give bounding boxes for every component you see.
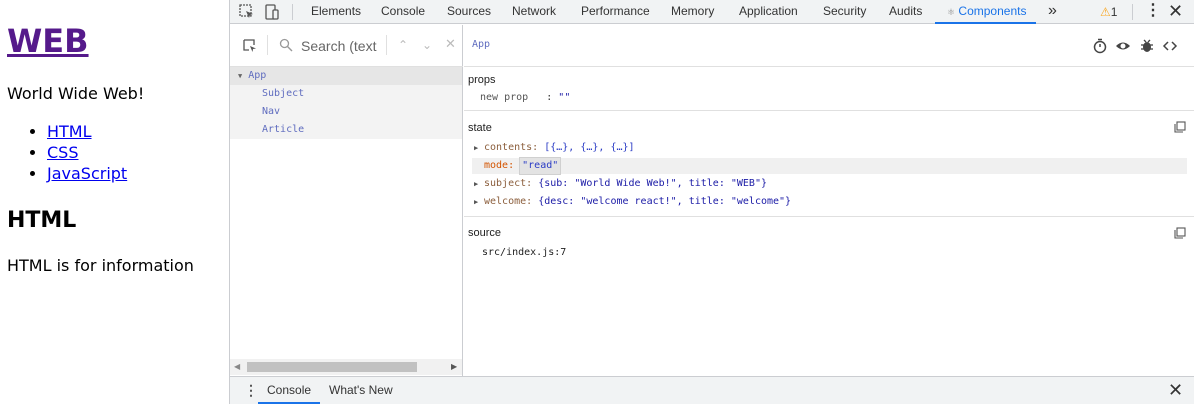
source-file-link[interactable]: src/index.js:7 bbox=[482, 245, 566, 261]
toolbar-divider bbox=[1132, 4, 1133, 20]
state-value-editor[interactable]: "read" bbox=[519, 157, 562, 175]
react-atom-icon: ⚛ bbox=[947, 7, 956, 17]
tree-item-subject[interactable]: Subject bbox=[230, 85, 462, 103]
scroll-right-icon[interactable]: ▶ bbox=[451, 362, 457, 371]
chevron-up-icon[interactable]: ⌃ bbox=[398, 37, 408, 53]
source-title: source bbox=[468, 227, 502, 239]
source-section: source src/index.js:7 bbox=[464, 217, 1194, 277]
devtools-panel: Elements Console Sources Network Perform… bbox=[229, 0, 1194, 404]
toolbar-divider bbox=[292, 4, 293, 20]
scrollbar-thumb[interactable] bbox=[247, 362, 417, 372]
scroll-left-icon[interactable]: ◀ bbox=[234, 362, 240, 371]
timer-icon[interactable] bbox=[1092, 38, 1108, 54]
drawer-tab-whats-new[interactable]: What's New bbox=[329, 377, 393, 404]
view-source-icon[interactable] bbox=[1162, 38, 1178, 54]
nav-list-item: HTML bbox=[47, 121, 127, 142]
drawer-tab-console[interactable]: Console bbox=[258, 377, 321, 404]
state-value: [{…}, {…}, {…}] bbox=[544, 142, 635, 153]
close-icon[interactable]: ✕ bbox=[1168, 0, 1183, 22]
selected-component-name: App bbox=[472, 39, 491, 50]
kebab-menu-icon[interactable]: ⋮ bbox=[1145, 1, 1161, 21]
state-section: state ▶ contents: [{…}, {…}, {…}] mode: "… bbox=[464, 111, 1194, 217]
bug-icon[interactable] bbox=[1139, 38, 1155, 54]
tree-item-article[interactable]: Article bbox=[230, 121, 462, 139]
tree-item-nav[interactable]: Nav bbox=[230, 103, 462, 121]
tab-console[interactable]: Console bbox=[381, 0, 425, 23]
prop-separator: : bbox=[546, 92, 553, 103]
expand-arrow-icon: ▶ bbox=[474, 198, 479, 206]
tab-memory[interactable]: Memory bbox=[671, 0, 714, 23]
nav-link-html[interactable]: HTML bbox=[47, 122, 92, 141]
clear-search-icon[interactable]: ✕ bbox=[445, 37, 456, 53]
nav-link-javascript[interactable]: JavaScript bbox=[47, 164, 127, 183]
props-title: props bbox=[468, 74, 496, 86]
tree-item-label: App bbox=[248, 70, 267, 81]
state-key: subject: bbox=[484, 178, 533, 189]
state-key: contents: bbox=[484, 142, 539, 153]
prop-value: "" bbox=[558, 92, 571, 103]
nav-list: HTML CSS JavaScript bbox=[27, 121, 127, 184]
select-component-icon[interactable] bbox=[242, 38, 258, 54]
tab-audits[interactable]: Audits bbox=[889, 0, 922, 23]
article-heading: HTML bbox=[7, 208, 77, 233]
inspector-header: App bbox=[464, 25, 1194, 67]
component-search-input[interactable] bbox=[301, 36, 381, 56]
page-intro: World Wide Web! bbox=[7, 84, 145, 103]
horizontal-scrollbar[interactable]: ◀ ▶ bbox=[230, 359, 462, 375]
prop-row[interactable]: new prop : "" bbox=[480, 90, 570, 106]
expand-arrow-icon: ▶ bbox=[474, 180, 479, 188]
nav-list-item: CSS bbox=[47, 142, 127, 163]
drawer-menu-icon[interactable]: ⋮ bbox=[244, 381, 258, 399]
state-row-subject[interactable]: ▶ subject: {sub: "World Wide Web!", title… bbox=[474, 176, 767, 192]
tab-components[interactable]: ⚛ Components bbox=[935, 0, 1037, 24]
expand-arrow-icon: ▶ bbox=[474, 144, 479, 152]
state-title: state bbox=[468, 122, 492, 134]
tab-application[interactable]: Application bbox=[739, 0, 798, 23]
toolbar-divider bbox=[267, 35, 268, 55]
tree-toolbar: ⌃ ⌄ ✕ bbox=[230, 25, 463, 67]
nav-link-css[interactable]: CSS bbox=[47, 143, 78, 162]
eye-icon[interactable] bbox=[1115, 38, 1131, 54]
component-tree-pane: ⌃ ⌄ ✕ ▼ App Subject Nav Article ◀ ▶ bbox=[230, 25, 463, 376]
copy-icon[interactable] bbox=[1174, 227, 1186, 239]
tab-elements[interactable]: Elements bbox=[311, 0, 361, 23]
state-row-mode[interactable]: mode: "read" bbox=[472, 157, 1187, 175]
prop-key: new prop bbox=[480, 92, 529, 103]
chevron-down-icon[interactable]: ⌄ bbox=[422, 37, 432, 53]
article-description: HTML is for information bbox=[7, 256, 194, 275]
warning-count: 1 bbox=[1110, 5, 1118, 19]
device-toolbar-icon[interactable] bbox=[263, 3, 281, 21]
nav-list-item: JavaScript bbox=[47, 163, 127, 184]
page-title-link[interactable]: WEB bbox=[7, 22, 89, 60]
state-value: {sub: "World Wide Web!", title: "WEB"} bbox=[538, 178, 767, 189]
close-drawer-icon[interactable]: ✕ bbox=[1168, 380, 1183, 400]
tab-components-label: Components bbox=[958, 4, 1027, 18]
state-row-contents[interactable]: ▶ contents: [{…}, {…}, {…}] bbox=[474, 140, 635, 156]
caret-down-icon: ▼ bbox=[238, 72, 243, 80]
state-key: welcome: bbox=[484, 196, 533, 207]
page-title: WEB bbox=[7, 22, 89, 60]
state-key: mode: bbox=[484, 160, 515, 171]
state-value: {desc: "welcome react!", title: "welcome… bbox=[538, 196, 792, 207]
inspect-element-icon[interactable] bbox=[238, 3, 256, 21]
devtools-tabbar: Elements Console Sources Network Perform… bbox=[230, 0, 1194, 24]
toolbar-divider bbox=[386, 35, 387, 55]
copy-icon[interactable] bbox=[1174, 121, 1186, 133]
tab-sources[interactable]: Sources bbox=[447, 0, 491, 23]
search-icon bbox=[279, 38, 293, 52]
component-list: ▼ App Subject Nav Article bbox=[230, 67, 462, 139]
tree-item-app[interactable]: ▼ App bbox=[230, 67, 462, 85]
tab-performance[interactable]: Performance bbox=[581, 0, 650, 23]
more-tabs-icon[interactable]: » bbox=[1048, 0, 1057, 22]
tab-network[interactable]: Network bbox=[512, 0, 556, 23]
warnings-indicator[interactable]: ⚠1 bbox=[1100, 4, 1117, 20]
drawer-tabbar: ⋮ Console What's New ✕ bbox=[230, 376, 1194, 404]
props-section: props new prop : "" bbox=[464, 67, 1194, 111]
web-page: WEB World Wide Web! HTML CSS JavaScript … bbox=[0, 0, 229, 404]
warning-icon: ⚠ bbox=[1100, 5, 1111, 19]
component-inspector: App props new prop: "" state ▶ contents… bbox=[464, 25, 1194, 376]
tab-security[interactable]: Security bbox=[823, 0, 866, 23]
state-row-welcome[interactable]: ▶ welcome: {desc: "welcome react!", title… bbox=[474, 194, 791, 210]
